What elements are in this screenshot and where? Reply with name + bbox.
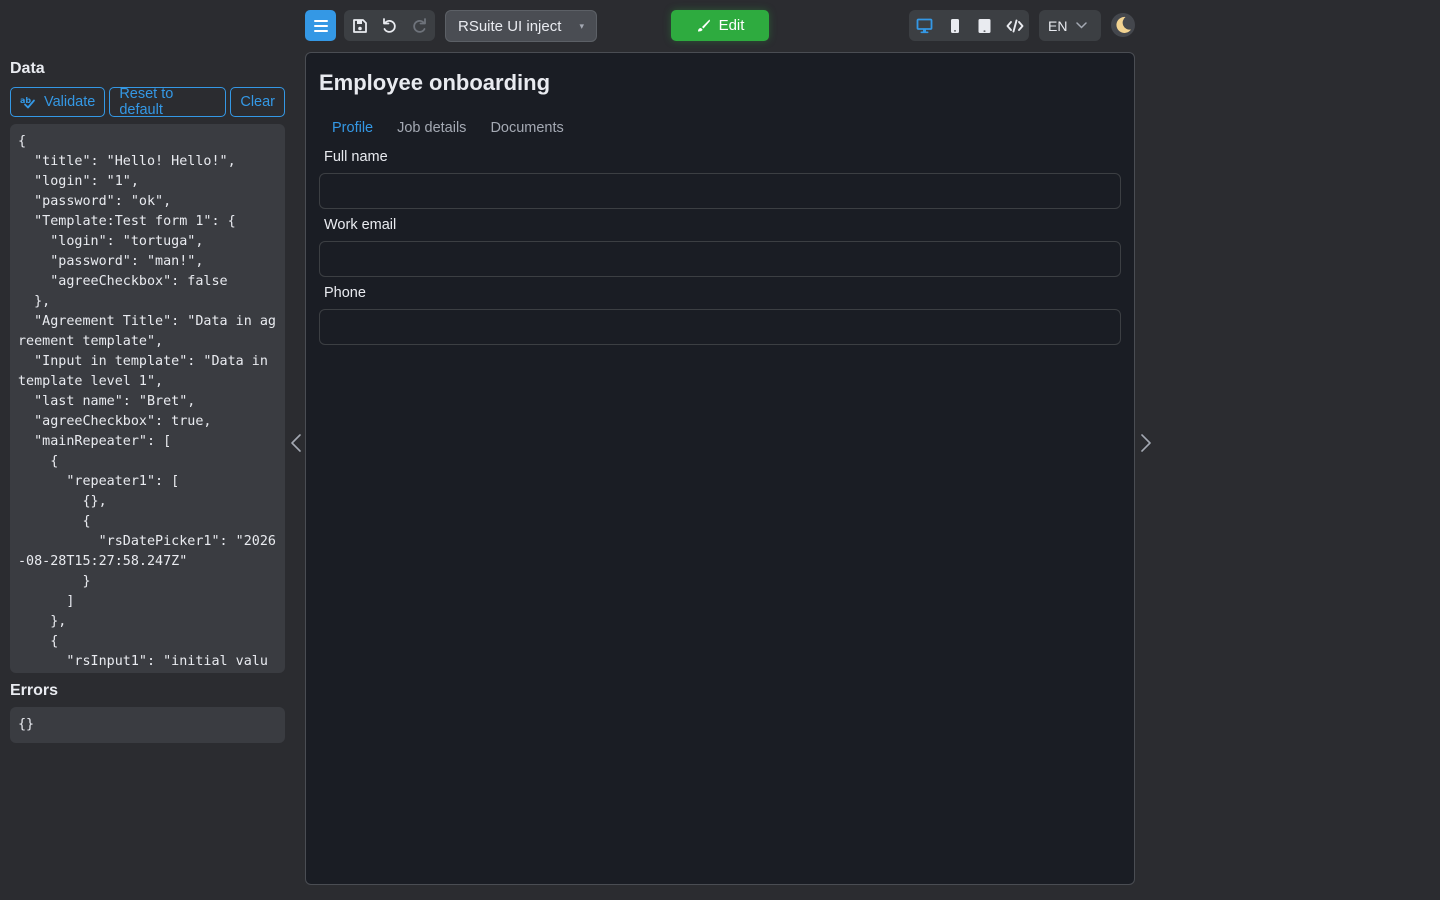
full-name-input[interactable]: [319, 173, 1121, 209]
reset-to-default-button[interactable]: Reset to default: [109, 86, 227, 118]
theme-toggle-button[interactable]: [1111, 13, 1135, 37]
phone-field-group: Phone: [319, 285, 1121, 345]
language-value: EN: [1048, 17, 1068, 34]
menu-button[interactable]: [305, 10, 336, 41]
undo-icon: [383, 18, 396, 33]
work-email-label: Work email: [324, 217, 397, 233]
mobile-view-button[interactable]: [939, 10, 970, 41]
form-canvas: Employee onboarding Profile Job details …: [305, 52, 1135, 885]
collapse-right-panel-icon[interactable]: [1139, 433, 1153, 453]
data-panel-title: Data: [10, 60, 45, 77]
desktop-view-button[interactable]: [909, 10, 940, 41]
edit-button-label: Edit: [718, 17, 745, 34]
tablet-icon: [978, 18, 991, 33]
data-actions: ab Validate Reset to default Clear: [10, 86, 285, 118]
validate-button-label: Validate: [44, 94, 96, 110]
svg-text:ab: ab: [20, 96, 31, 105]
tab-documents[interactable]: Documents: [478, 120, 575, 140]
tab-profile[interactable]: Profile: [320, 120, 385, 140]
moon-icon: [1116, 16, 1131, 33]
mobile-icon: [950, 18, 959, 33]
errors-title: Errors: [10, 682, 59, 699]
full-name-label: Full name: [324, 149, 388, 165]
data-json-editor[interactable]: { "title": "Hello! Hello!", "login": "1"…: [10, 124, 285, 673]
collapse-left-panel-icon[interactable]: [289, 433, 303, 453]
full-name-field-group: Full name: [319, 149, 1121, 209]
clear-button[interactable]: Clear: [230, 87, 285, 117]
save-button[interactable]: [344, 10, 375, 41]
work-email-field-group: Work email: [319, 217, 1121, 277]
spellcheck-icon: ab: [20, 96, 35, 109]
top-toolbar: RSuite UI inject ▾ Edit EN: [0, 0, 1440, 52]
undo-button[interactable]: [374, 10, 405, 41]
theme-select-value: RSuite UI inject: [458, 17, 562, 35]
code-view-button[interactable]: [999, 10, 1030, 41]
chevron-down-icon: ▾: [579, 20, 584, 31]
form-title: Employee onboarding: [319, 70, 551, 95]
hamburger-icon: [313, 19, 328, 32]
redo-icon: [413, 18, 426, 33]
chevron-down-icon: [1076, 22, 1088, 29]
phone-input[interactable]: [319, 309, 1121, 345]
brush-icon: [697, 19, 710, 32]
code-icon: [1006, 19, 1023, 32]
tab-job-details[interactable]: Job details: [385, 120, 478, 140]
reset-button-label: Reset to default: [119, 86, 174, 118]
data-panel: Data ab Validate Reset to default Clear …: [10, 60, 285, 743]
errors-json-viewer: {}: [10, 707, 285, 743]
edit-button[interactable]: Edit: [671, 10, 769, 41]
form-tabs: Profile Job details Documents: [320, 120, 576, 140]
redo-button[interactable]: [404, 10, 435, 41]
work-email-input[interactable]: [319, 241, 1121, 277]
desktop-icon: [916, 18, 933, 33]
clear-button-label: Clear: [240, 94, 275, 110]
save-icon: [352, 18, 367, 33]
language-select[interactable]: EN: [1039, 10, 1101, 41]
validate-button[interactable]: ab Validate: [10, 87, 106, 117]
tablet-view-button[interactable]: [969, 10, 1000, 41]
theme-select[interactable]: RSuite UI inject ▾: [445, 10, 597, 42]
phone-label: Phone: [324, 285, 366, 301]
